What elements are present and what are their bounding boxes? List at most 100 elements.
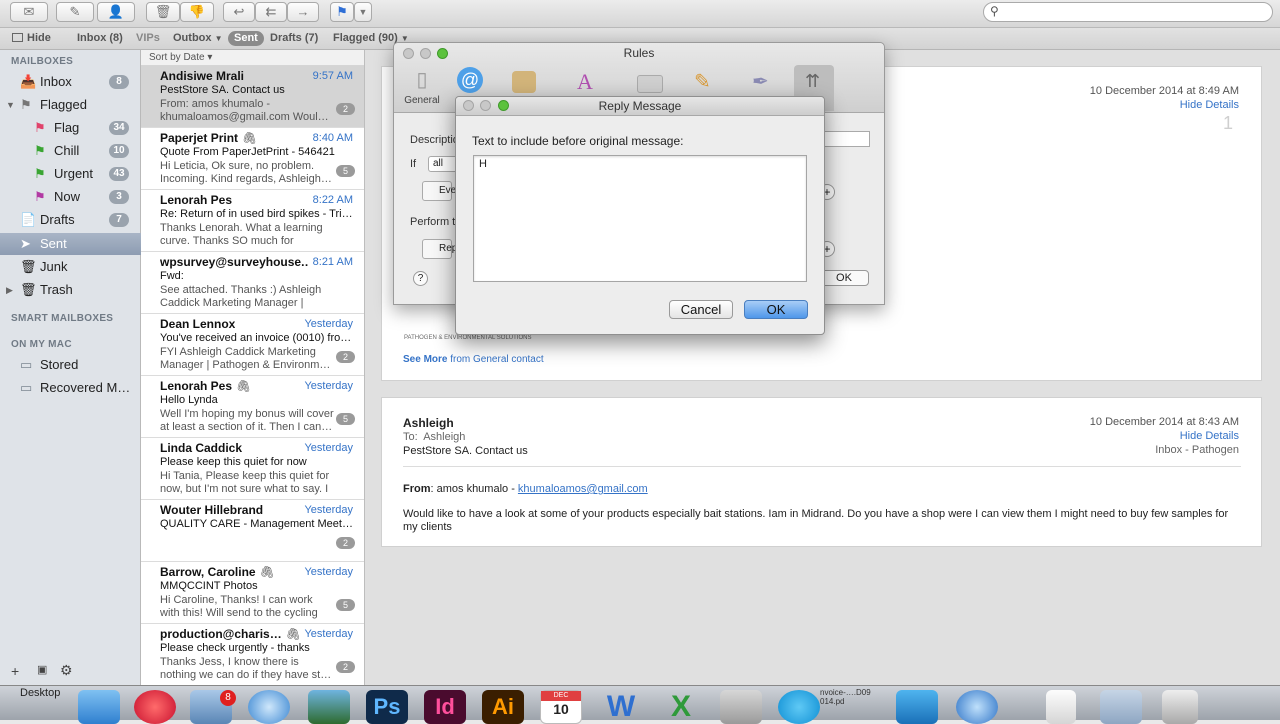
desktop-label: Desktop [20, 687, 61, 699]
sidebar-item-urgent[interactable]: ⚑ Urgent 43 [0, 163, 141, 185]
list-item[interactable]: Dean Lennox Yesterday You've received an… [141, 314, 364, 376]
photos-icon[interactable] [308, 690, 350, 724]
sidebar-item-chill[interactable]: ⚑ Chill 10 [0, 140, 141, 162]
app-icon[interactable] [956, 690, 998, 724]
word-icon[interactable]: W [600, 690, 642, 724]
file-label: nvoice-….D09 014.pd [820, 688, 871, 706]
smart-mailboxes-header: SMART MAILBOXES [11, 313, 114, 324]
activity-button[interactable]: ▣ [37, 663, 47, 676]
hide-mailboxes-button[interactable]: Hide [12, 32, 51, 44]
reply-button[interactable]: ↩ [223, 2, 255, 22]
contact-icon: 👤 [107, 4, 125, 19]
document-icon[interactable] [1046, 690, 1076, 724]
mailboxes-header: MAILBOXES [11, 56, 74, 67]
help-button[interactable]: ? [413, 271, 428, 286]
photoshop-icon[interactable]: Ps [366, 690, 408, 724]
flag-button[interactable]: ⚑ [330, 2, 354, 22]
sidebar-item-stored[interactable]: ▭ Stored [0, 354, 141, 376]
sidebar-item-trash[interactable]: ▶ 🗑 Trash [0, 279, 141, 301]
see-more-row: See More from General contact [403, 354, 544, 365]
perform-label: Perform t [410, 216, 456, 228]
tab-general[interactable]: ▯ General [403, 67, 441, 111]
fav-outbox[interactable]: Outbox ▼ [173, 32, 222, 44]
illustrator-icon[interactable]: Ai [482, 690, 524, 724]
add-contact-button[interactable]: 👤 [97, 2, 135, 22]
fav-drafts[interactable]: Drafts (7) [270, 32, 318, 44]
list-item[interactable]: wpsurvey@surveyhouse.… 8:21 AM Fwd: See … [141, 252, 364, 314]
get-mail-button[interactable]: ✉ [10, 2, 48, 22]
mailbox-label: Inbox - Pathogen [1155, 444, 1239, 456]
email-link[interactable]: khumaloamos@gmail.com [518, 483, 648, 495]
notification-badge: 8 [220, 690, 236, 706]
list-item[interactable]: Wouter Hillebrand Yesterday QUALITY CARE… [141, 500, 364, 562]
condition-select[interactable]: Eve [422, 181, 456, 201]
list-item[interactable]: Lenorah Pes 8:22 AM Re: Return of in use… [141, 190, 364, 252]
hide-details-link[interactable]: Hide Details [1180, 430, 1239, 442]
junk-button[interactable]: 👎 [180, 2, 214, 22]
thumbs-down-icon: 👎 [188, 4, 206, 19]
sort-by-date-button[interactable]: Sort by Date ▾ [141, 50, 364, 66]
unread-count: 8 [109, 75, 129, 89]
search-input[interactable]: ⚲ [983, 2, 1273, 22]
dropdown-icon: ▼ [358, 7, 368, 17]
thread-count-badge: 2 [336, 537, 355, 549]
calendar-icon[interactable]: DEC 10 [540, 690, 582, 724]
sidebar-icon [12, 33, 23, 42]
dock: Desktop 8 Ps Id Ai DEC 10 W X nvoice-….D… [0, 685, 1280, 724]
cancel-button[interactable]: Cancel [669, 300, 733, 319]
fav-inbox[interactable]: Inbox (8) [77, 32, 123, 44]
sidebar-item-drafts[interactable]: 📄 Drafts 7 [0, 209, 141, 231]
folder-icon: ▭ [20, 380, 33, 395]
on-my-mac-header: ON MY MAC [11, 339, 72, 350]
dialog-title: Reply Message [598, 99, 682, 113]
sidebar-item-now[interactable]: ⚑ Now 3 [0, 186, 141, 208]
paperclip-icon: 🖇 [259, 565, 275, 579]
list-item[interactable]: production@charis… 🖇 Yesterday Please che… [141, 624, 364, 685]
description-label: Descriptio [410, 134, 459, 146]
inbox-icon: 📥 [20, 74, 37, 89]
finder-icon[interactable] [78, 690, 120, 724]
ok-button[interactable]: OK [744, 300, 808, 319]
excel-icon[interactable]: X [660, 690, 702, 724]
mail-app-icon[interactable]: 8 [190, 690, 236, 724]
list-item[interactable]: Paperjet Print 🖇 8:40 AM Quote From Paper… [141, 128, 364, 190]
teamviewer-icon[interactable] [896, 690, 938, 724]
forward-button[interactable]: → [287, 2, 319, 22]
list-item[interactable]: Lenorah Pes 🖇 Yesterday Hello Lynda Well … [141, 376, 364, 438]
hide-details-link[interactable]: Hide Details [1180, 99, 1239, 111]
skype-icon[interactable] [778, 690, 820, 724]
junk-mail-icon [512, 71, 536, 93]
reply-icon: ↩ [233, 4, 245, 19]
sidebar-item-recovered[interactable]: ▭ Recovered M… [0, 377, 141, 399]
flag-menu-button[interactable]: ▼ [354, 2, 372, 22]
see-more-link[interactable]: See More [403, 354, 447, 365]
fav-sent[interactable]: Sent [228, 31, 264, 46]
list-item[interactable]: Linda Caddick Yesterday Please keep this… [141, 438, 364, 500]
reply-text-area[interactable]: H [473, 155, 807, 282]
thread-count-badge: 2 [336, 661, 355, 673]
sidebar-item-inbox[interactable]: 📥 Inbox 8 [0, 71, 141, 93]
draft-icon: 📄 [20, 212, 37, 227]
sidebar-item-sent[interactable]: ➤ Sent [0, 233, 141, 255]
action-select[interactable]: Rep [422, 239, 457, 259]
itunes-icon[interactable] [134, 690, 176, 724]
sidebar-item-junk[interactable]: 🗑 Junk [0, 256, 141, 278]
compose-button[interactable]: ✎ [56, 2, 94, 22]
sidebar-item-flag[interactable]: ⚑ Flag 34 [0, 117, 141, 139]
folder-icon[interactable] [1100, 690, 1142, 724]
gear-icon[interactable]: ⚙ [60, 662, 73, 679]
indesign-icon[interactable]: Id [424, 690, 466, 724]
reply-all-button[interactable]: ⇇ [255, 2, 287, 22]
delete-button[interactable]: 🗑 [146, 2, 180, 22]
rules-ok-button[interactable]: OK [819, 270, 869, 286]
list-item[interactable]: Barrow, Caroline 🖇 Yesterday MMQCCINT Pho… [141, 562, 364, 624]
safari-icon[interactable] [248, 690, 290, 724]
list-item[interactable]: Andisiwe Mrali 9:57 AM PestStore SA. Con… [141, 66, 364, 128]
forward-icon: → [296, 4, 310, 19]
trash-icon[interactable] [1162, 690, 1198, 724]
sidebar-item-flagged[interactable]: ▼ ⚑ Flagged [0, 94, 141, 116]
if-select[interactable]: all [428, 156, 458, 172]
utility-icon[interactable] [720, 690, 762, 724]
fav-vips[interactable]: VIPs [136, 32, 160, 44]
add-mailbox-button[interactable]: + [11, 663, 19, 679]
